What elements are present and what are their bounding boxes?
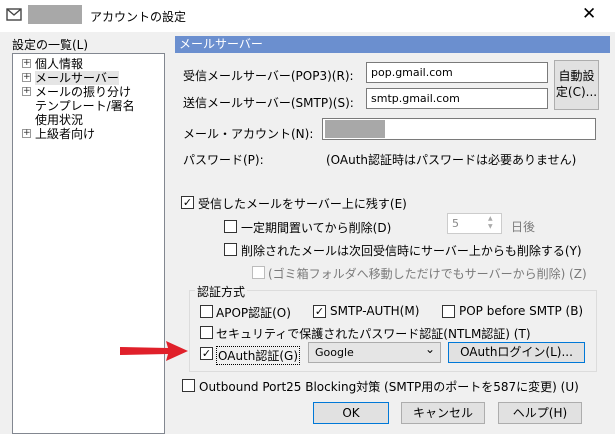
tree-item-label: メールサーバー	[35, 71, 119, 85]
tree-item[interactable]: + 個人情報	[22, 57, 83, 71]
oauth-provider-value: Google	[315, 346, 354, 359]
check-mark-icon: ✓	[182, 196, 193, 209]
expand-plus-icon[interactable]: +	[22, 87, 31, 96]
oauth-checkbox[interactable]: ✓	[200, 347, 213, 360]
trash-delete-checkbox[interactable]	[252, 266, 265, 279]
chevron-down-icon: ⌄	[425, 342, 436, 356]
section-header: メールサーバー	[175, 36, 610, 53]
spin-up-icon[interactable]: ▲	[488, 215, 493, 223]
spin-down-icon[interactable]: ▼	[488, 223, 493, 231]
account-input[interactable]	[322, 118, 596, 140]
auth-group-title: 認証方式	[195, 283, 248, 300]
delete-after-label: 一定期間置いてから削除(D)	[241, 221, 392, 235]
tree-item[interactable]: + メールの振り分け	[22, 85, 131, 99]
password-label: パスワード(P):	[183, 153, 264, 167]
title-bar: アカウントの設定 ✕	[0, 0, 615, 32]
mail-icon	[6, 8, 22, 21]
leave-on-server-checkbox[interactable]: ✓	[181, 196, 194, 209]
incoming-server-input[interactable]: pop.gmail.com	[366, 62, 548, 83]
redacted-account-name	[28, 5, 82, 24]
tree-item-label: 個人情報	[35, 57, 84, 71]
expand-plus-icon[interactable]: +	[22, 59, 31, 68]
red-arrow-annotation	[120, 341, 188, 361]
pop-before-smtp-checkbox[interactable]	[442, 305, 455, 318]
help-button[interactable]: ヘルプ(H)	[498, 402, 582, 424]
auto-config-label-line1: 自動設	[558, 69, 595, 83]
tree-item[interactable]: + メールサーバー	[22, 71, 119, 85]
outgoing-server-label: 送信メールサーバー(SMTP)(S):	[183, 96, 354, 110]
outbound-port25-label: Outbound Port25 Blocking対策 (SMTP用のポートを58…	[199, 380, 579, 394]
password-note: (OAuth認証時はパスワードは必要ありません)	[326, 153, 577, 167]
tree-item-label: テンプレート/署名	[35, 99, 135, 113]
expand-plus-icon[interactable]: +	[22, 73, 31, 82]
days-spinner[interactable]: 5	[447, 213, 502, 234]
pop-before-smtp-label: POP before SMTP (B)	[459, 304, 584, 318]
ok-button[interactable]: OK	[313, 402, 389, 424]
auto-config-button[interactable]: 自動設 定(C)...	[554, 60, 599, 110]
account-label: メール・アカウント(N):	[183, 127, 314, 141]
tree-item[interactable]: テンプレート/署名	[22, 99, 135, 113]
window-title: アカウントの設定	[90, 10, 187, 24]
delete-when-deleted-checkbox[interactable]	[224, 243, 237, 256]
secure-password-label: セキュリティで保護されたパスワード認証(NTLM認証) (T)	[216, 327, 531, 341]
spin-arrows[interactable]: ▲ ▼	[488, 215, 493, 231]
expand-plus-icon[interactable]: +	[22, 129, 31, 138]
delete-after-checkbox[interactable]	[224, 220, 237, 233]
smtp-auth-checkbox[interactable]: ✓	[313, 305, 326, 318]
leave-on-server-label: 受信したメールをサーバー上に残す(E)	[198, 197, 407, 211]
secure-password-checkbox[interactable]	[200, 326, 213, 339]
smtp-auth-label: SMTP-AUTH(M)	[330, 304, 420, 318]
oauth-login-button[interactable]: OAuthログイン(L)...	[448, 342, 585, 363]
tree-item-label: メールの振り分け	[35, 85, 132, 99]
check-mark-icon: ✓	[314, 305, 325, 318]
redacted-account-value	[325, 120, 385, 138]
apop-label: APOP認証(O)	[216, 306, 291, 320]
trash-delete-label: (ゴミ箱フォルダへ移動しただけでもサーバーから削除) (Z)	[268, 267, 587, 281]
tree-item[interactable]: + 上級者向け	[22, 127, 95, 141]
close-icon[interactable]: ✕	[582, 4, 596, 24]
outgoing-server-input[interactable]: smtp.gmail.com	[366, 88, 548, 109]
oauth-provider-select[interactable]: Google ⌄	[308, 342, 441, 363]
tree-item[interactable]: 使用状況	[22, 113, 83, 127]
account-settings-window: アカウントの設定 ✕ 設定の一覧(L) + 個人情報 + メールサーバー + メールの振り…	[0, 0, 615, 434]
days-value: 5	[452, 217, 459, 230]
outbound-port25-checkbox[interactable]	[182, 379, 195, 392]
cancel-button[interactable]: キャンセル	[401, 402, 485, 424]
check-mark-icon: ✓	[201, 347, 212, 360]
auto-config-label-line2: 定(C)...	[555, 85, 598, 99]
oauth-label: OAuth認証(G)	[216, 346, 301, 365]
tree-item-label: 使用状況	[35, 113, 84, 127]
apop-checkbox[interactable]	[200, 305, 213, 318]
settings-list-label: 設定の一覧(L)	[12, 38, 89, 52]
delete-when-deleted-label: 削除されたメールは次回受信時にサーバー上からも削除する(Y)	[241, 244, 582, 258]
tree-item-label: 上級者向け	[35, 127, 96, 141]
incoming-server-label: 受信メールサーバー(POP3)(R):	[183, 69, 354, 83]
days-unit: 日後	[511, 220, 536, 234]
